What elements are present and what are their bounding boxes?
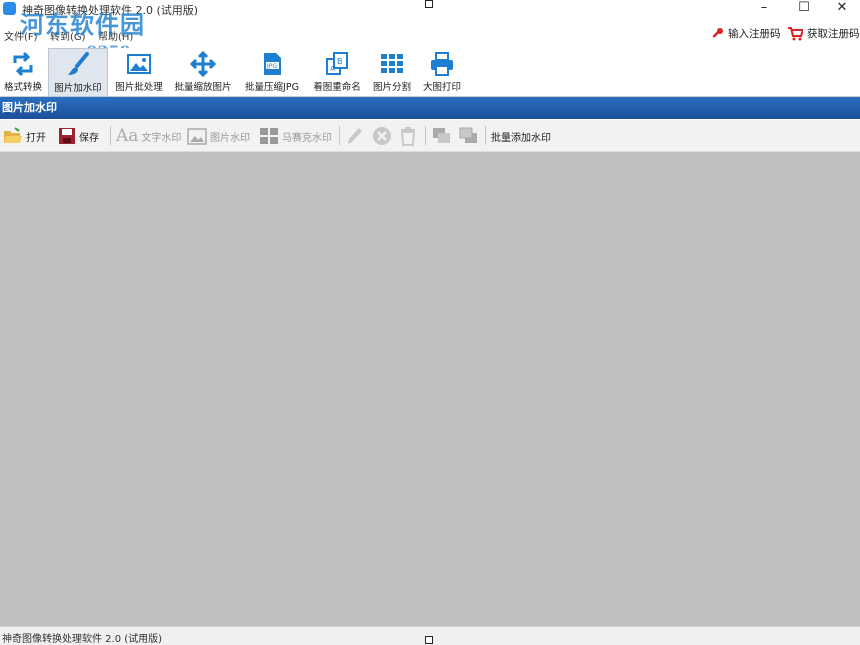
get-register-code-label: 获取注册码 xyxy=(807,28,860,40)
save-button[interactable]: 保存 xyxy=(58,125,99,147)
main-ribbon: 格式转换 图片加水印 图片批处理 批量缩放图片 JPG 批量压缩JPG BA 看… xyxy=(0,48,860,97)
watermark-toolbar: 打开 保存 Aa 文字水印 图片水印 马赛克水印 批量添加水印 xyxy=(0,120,860,152)
font-aa-icon: Aa xyxy=(116,126,139,146)
folder-open-icon xyxy=(4,127,22,143)
maximize-button[interactable]: ☐ xyxy=(785,0,823,18)
layer-back-icon xyxy=(459,127,477,143)
ribbon-format-convert[interactable]: 格式转换 xyxy=(0,48,46,95)
close-circle-icon xyxy=(373,127,391,145)
save-label: 保存 xyxy=(79,132,99,144)
edit-button[interactable] xyxy=(346,125,364,147)
mosaic-watermark-button[interactable]: 马赛克水印 xyxy=(259,125,332,147)
watermark-brush-icon xyxy=(68,52,89,75)
ribbon-label: 看图重命名 xyxy=(313,82,361,93)
remove-button[interactable] xyxy=(372,125,392,147)
image-watermark-label: 图片水印 xyxy=(210,132,250,144)
printer-icon xyxy=(431,52,453,76)
status-text: 神奇图像转换处理软件 2.0 (试用版) xyxy=(2,634,163,645)
picture-icon xyxy=(187,127,207,145)
ribbon-compress-jpg[interactable]: JPG 批量压缩JPG xyxy=(240,48,304,95)
ribbon-print[interactable]: 大图打印 xyxy=(418,48,466,95)
ribbon-label: 图片加水印 xyxy=(54,83,102,94)
enter-register-code-link[interactable]: 输入注册码 xyxy=(710,26,781,41)
minimize-button[interactable]: – xyxy=(745,0,783,18)
cart-icon xyxy=(788,26,803,40)
resize-handle-top[interactable] xyxy=(425,0,433,8)
text-watermark-button[interactable]: Aa 文字水印 xyxy=(116,125,181,147)
resize-arrows-icon xyxy=(190,51,216,77)
panel-title: 图片加水印 xyxy=(0,97,860,119)
delete-button[interactable] xyxy=(399,125,417,147)
send-back-button[interactable] xyxy=(459,125,479,147)
ribbon-label: 批量压缩JPG xyxy=(245,82,299,93)
open-label: 打开 xyxy=(26,132,46,144)
ribbon-rename[interactable]: BA 看图重命名 xyxy=(308,48,366,95)
mosaic-icon xyxy=(260,128,278,144)
grid-split-icon xyxy=(381,54,403,73)
open-button[interactable]: 打开 xyxy=(3,125,46,147)
batch-add-watermark-label: 批量添加水印 xyxy=(491,132,551,144)
image-batch-icon xyxy=(127,54,151,74)
layer-front-icon xyxy=(433,128,450,143)
toolbar-separator xyxy=(110,126,111,145)
trash-icon xyxy=(400,127,416,146)
format-convert-icon xyxy=(13,51,33,77)
svg-text:B: B xyxy=(337,57,343,66)
toolbar-separator xyxy=(485,126,486,145)
svg-text:JPG: JPG xyxy=(266,63,277,70)
get-register-code-link[interactable]: 获取注册码 xyxy=(787,26,860,41)
ribbon-label: 格式转换 xyxy=(3,82,42,93)
enter-register-code-label: 输入注册码 xyxy=(728,28,781,40)
site-watermark: 河东软件园 xyxy=(20,10,145,39)
batch-add-watermark-button[interactable]: 批量添加水印 xyxy=(491,125,551,147)
ribbon-label: 图片批处理 xyxy=(115,82,163,93)
ribbon-split[interactable]: 图片分割 xyxy=(370,48,414,95)
toolbar-separator xyxy=(425,126,426,145)
ribbon-label: 图片分割 xyxy=(372,82,411,93)
jpg-compress-icon: JPG xyxy=(264,53,281,75)
mosaic-watermark-label: 马赛克水印 xyxy=(282,132,332,144)
key-icon xyxy=(712,27,723,38)
close-button[interactable]: ✕ xyxy=(823,0,860,18)
ribbon-batch-process[interactable]: 图片批处理 xyxy=(110,48,168,95)
ribbon-label: 批量缩放图片 xyxy=(174,82,232,93)
bring-front-button[interactable] xyxy=(432,125,452,147)
pencil-icon xyxy=(348,128,362,144)
rename-icon: BA xyxy=(326,52,348,75)
app-icon xyxy=(3,2,16,15)
text-watermark-label: 文字水印 xyxy=(141,132,182,144)
ribbon-label: 大图打印 xyxy=(422,82,461,93)
image-watermark-button[interactable]: 图片水印 xyxy=(187,125,250,147)
toolbar-separator xyxy=(339,126,340,145)
svg-text:A: A xyxy=(330,65,335,73)
resize-handle-bottom[interactable] xyxy=(425,636,433,644)
ribbon-batch-resize[interactable]: 批量缩放图片 xyxy=(170,48,236,95)
image-canvas[interactable] xyxy=(0,152,860,626)
save-disk-icon xyxy=(59,128,75,144)
ribbon-watermark[interactable]: 图片加水印 xyxy=(48,48,108,97)
